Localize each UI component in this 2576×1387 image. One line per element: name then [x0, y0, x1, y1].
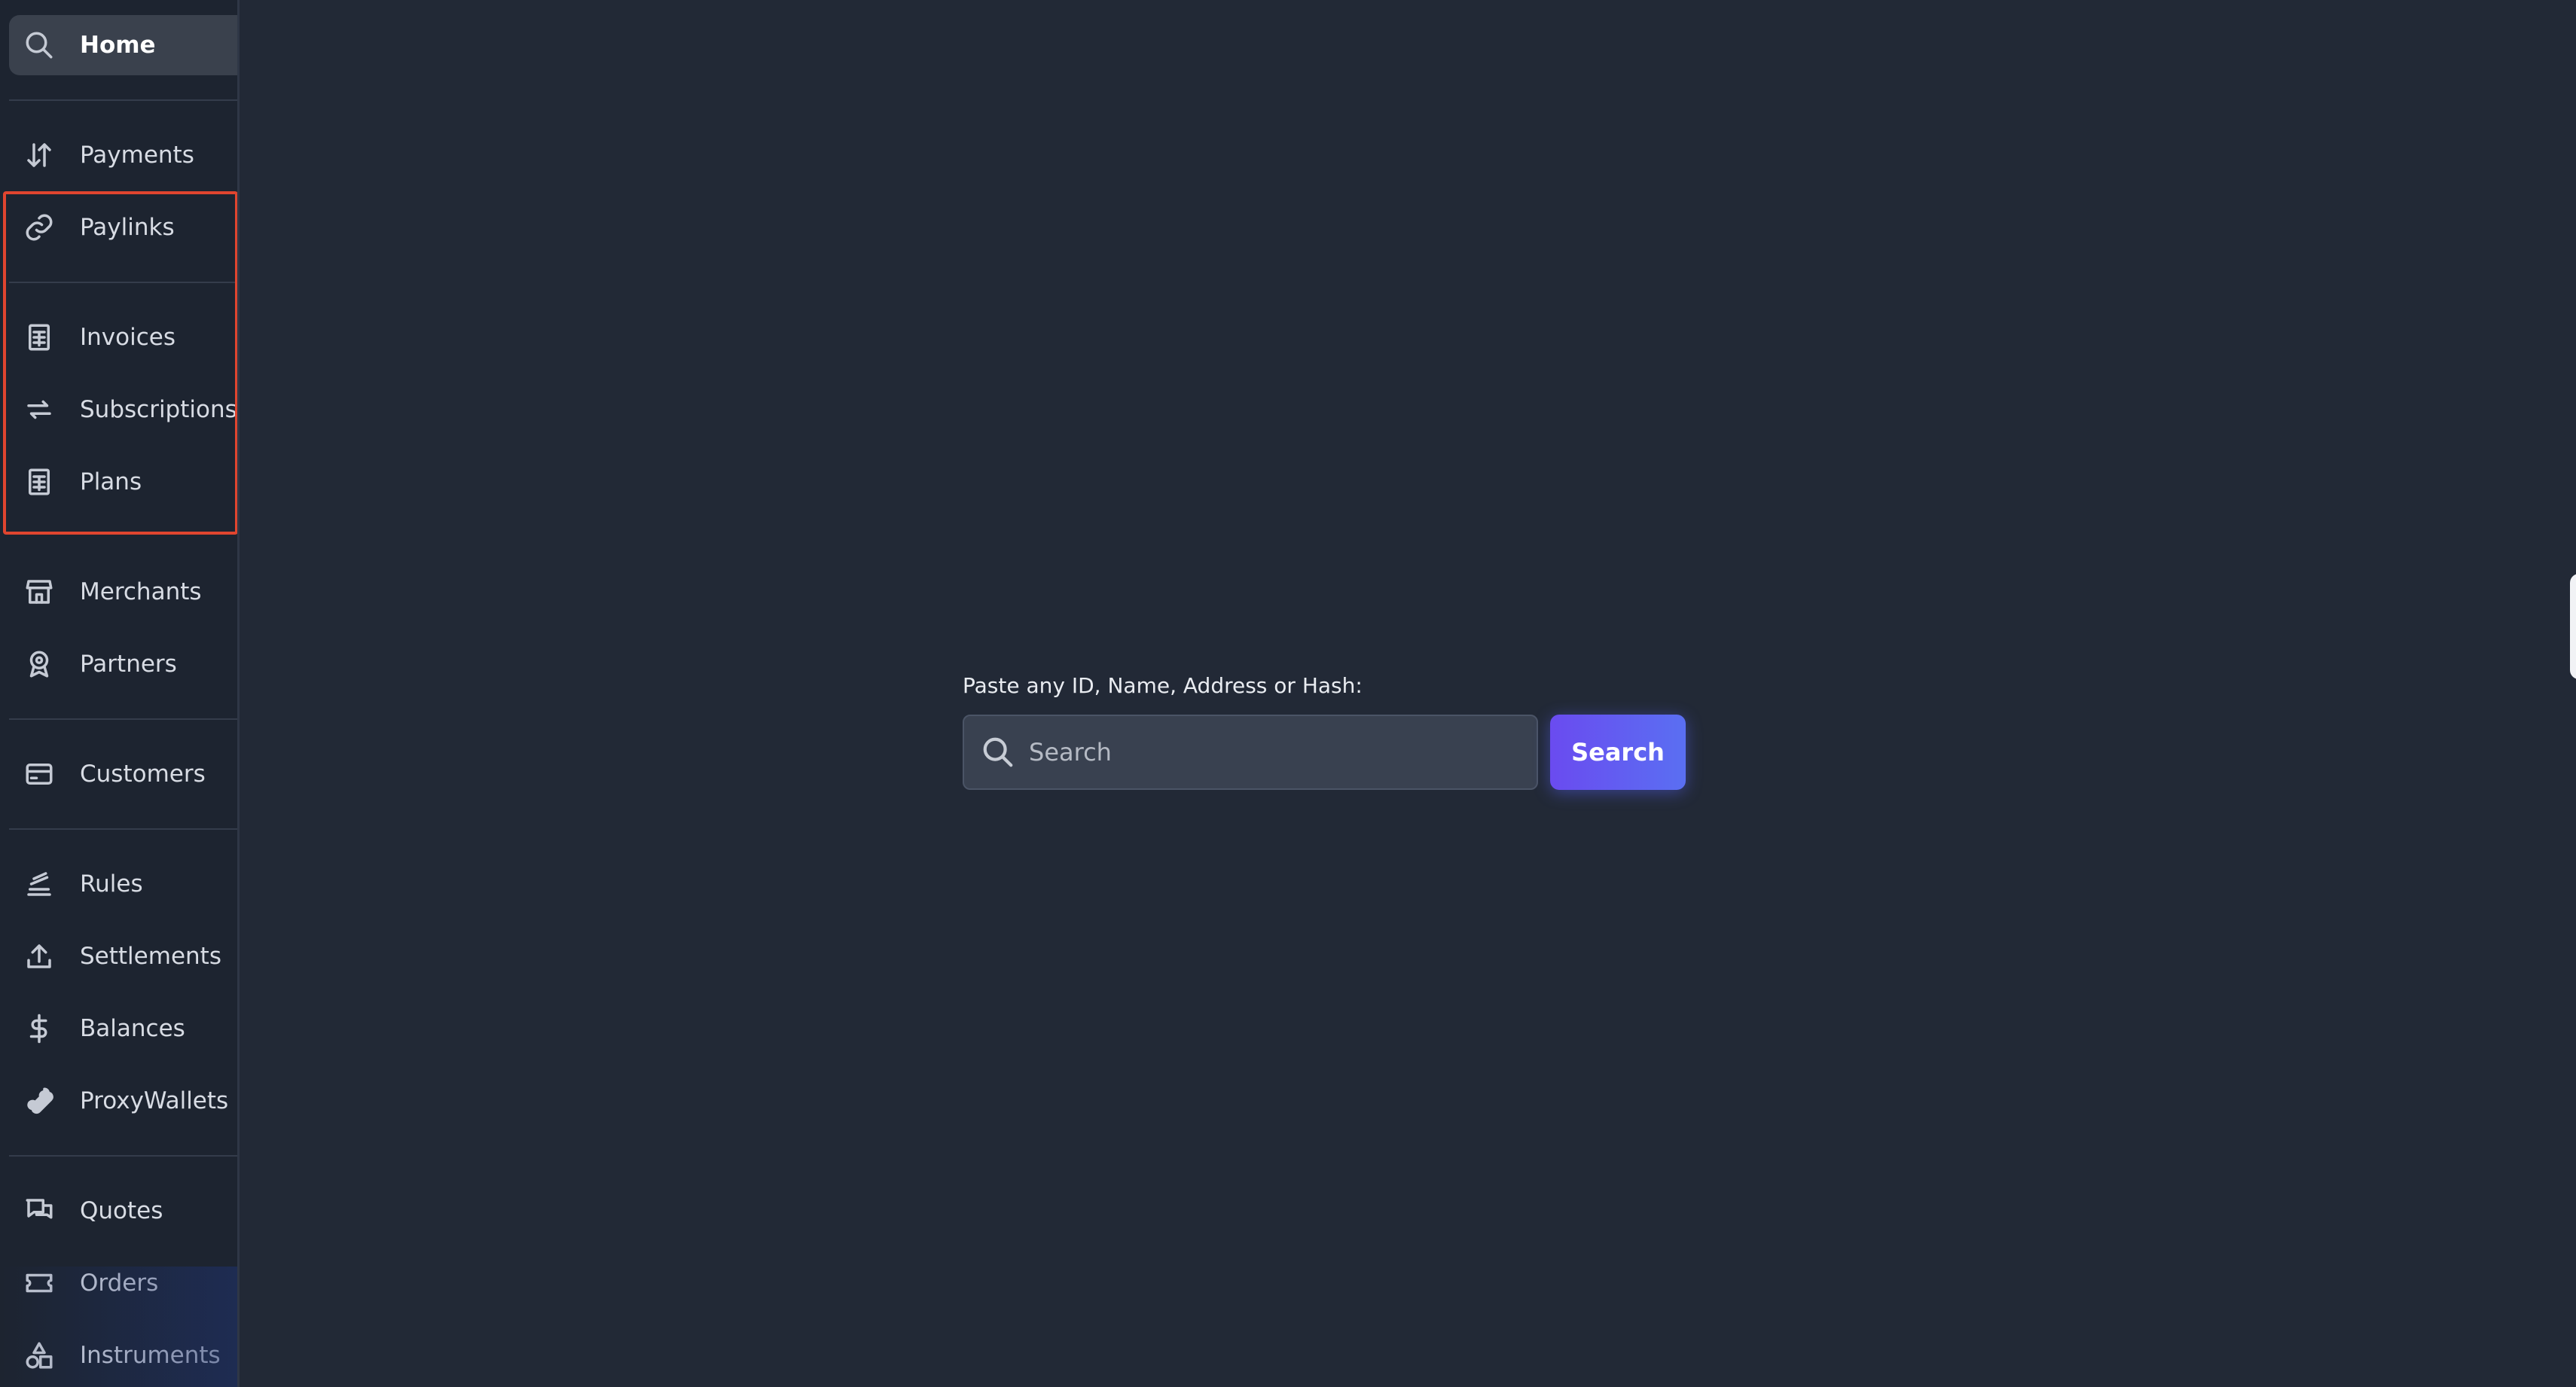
app-window: Home Payments Paylinks Invoices Subscrip…	[0, 0, 2576, 1387]
sidebar-item-payments[interactable]: Payments	[9, 125, 237, 185]
chat-icon	[23, 1194, 56, 1227]
sidebar-item-settlements[interactable]: Settlements	[9, 926, 237, 986]
sidebar-divider	[9, 99, 237, 101]
sidebar-item-instruments[interactable]: Instruments	[9, 1325, 237, 1385]
search-label: Paste any ID, Name, Address or Hash:	[963, 673, 1363, 698]
sidebar-item-home[interactable]: Home	[9, 15, 237, 75]
arrows-up-down-icon	[23, 139, 56, 172]
sidebar-item-label: ProxyWallets	[80, 1087, 229, 1114]
side-panel-handle[interactable]	[2570, 574, 2576, 679]
search-button[interactable]: Search	[1550, 715, 1686, 790]
sidebar: Home Payments Paylinks Invoices Subscrip…	[0, 0, 240, 1387]
sidebar-item-label: Balances	[80, 1015, 185, 1042]
sidebar-item-label: Partners	[80, 651, 177, 678]
sidebar-item-rules[interactable]: Rules	[9, 854, 237, 914]
bone-icon	[23, 1084, 56, 1117]
ticket-icon	[23, 1267, 56, 1300]
sidebar-item-label: Payments	[80, 142, 194, 169]
sidebar-divider	[9, 828, 237, 830]
credit-card-icon	[23, 758, 56, 791]
sidebar-divider	[9, 1155, 237, 1157]
sidebar-item-label: Merchants	[80, 578, 202, 605]
dollar-icon	[23, 1012, 56, 1045]
highlight-box	[3, 191, 237, 535]
sidebar-item-customers[interactable]: Customers	[9, 744, 237, 804]
award-icon	[23, 648, 56, 681]
sidebar-item-label: Quotes	[80, 1197, 163, 1224]
search-icon	[981, 735, 1015, 770]
store-icon	[23, 575, 56, 608]
sidebar-item-label: Settlements	[80, 943, 221, 970]
sidebar-item-label: Customers	[80, 761, 206, 788]
search-input[interactable]	[1029, 730, 1511, 775]
sidebar-item-orders[interactable]: Orders	[9, 1253, 237, 1313]
sidebar-item-partners[interactable]: Partners	[9, 634, 237, 694]
stack-icon	[23, 867, 56, 901]
sidebar-item-proxywallets[interactable]: ProxyWallets	[9, 1071, 237, 1131]
search-icon	[23, 29, 56, 62]
sidebar-item-merchants[interactable]: Merchants	[9, 562, 237, 622]
sidebar-item-balances[interactable]: Balances	[9, 998, 237, 1059]
sidebar-item-label: Rules	[80, 870, 143, 898]
shapes-icon	[23, 1339, 56, 1372]
sidebar-item-quotes[interactable]: Quotes	[9, 1181, 237, 1241]
sidebar-item-label: Instruments	[80, 1342, 221, 1369]
sidebar-divider	[9, 718, 237, 720]
upload-icon	[23, 940, 56, 973]
search-field[interactable]	[963, 715, 1538, 790]
sidebar-item-label: Home	[80, 32, 156, 59]
sidebar-item-label: Orders	[80, 1270, 159, 1297]
